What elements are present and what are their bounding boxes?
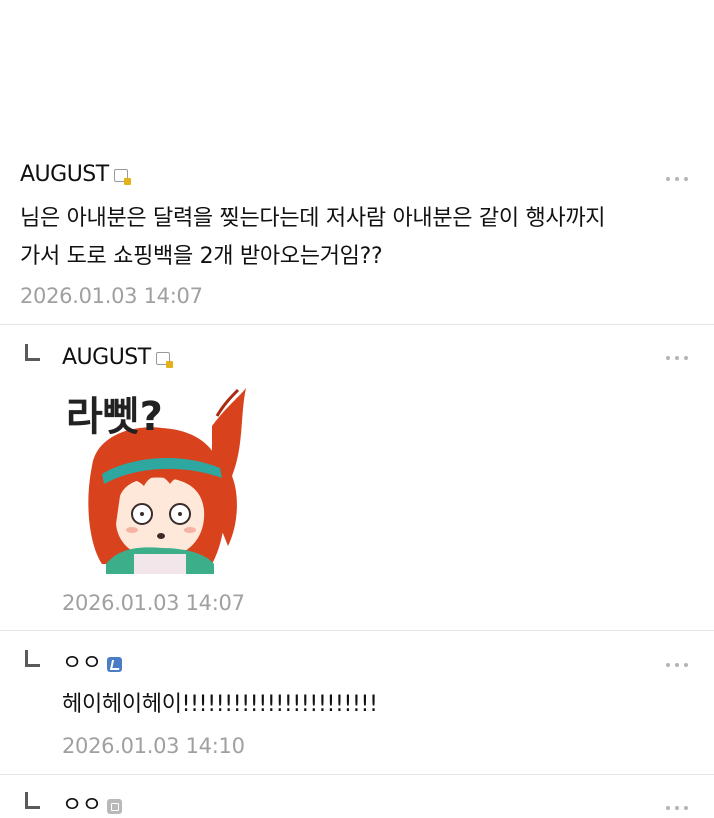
comment-text: 헤이헤이헤이!!!!!!!!!!!!!!!!!!!!!!! [62,692,378,717]
comment-timestamp: 2026.01.03 14:07 [62,591,245,615]
gray-badge-icon [107,798,123,814]
comment-author-line: AUGUST [20,164,131,186]
verified-badge-icon [107,656,123,672]
reply-arrow-icon [25,344,40,361]
reply-arrow-icon [25,792,40,809]
memo-badge-icon [155,351,173,368]
sticker-text: 라뻿? [66,394,163,440]
more-options-icon[interactable] [666,356,688,360]
comment-timestamp: 2026.01.03 14:07 [20,284,203,308]
comment-author[interactable]: AUGUST [20,164,109,186]
comment-text: 님은 아내분은 달력을 찢는다는데 저사람 아내분은 같이 행사까지 가서 도로… [20,200,606,276]
more-options-icon[interactable] [666,177,688,181]
divider [0,774,714,775]
divider [0,324,714,325]
comment-author-line: ㅇㅇ [62,795,123,817]
comment-author-line: AUGUST [62,347,173,369]
comment-text-line: 가서 도로 쇼핑백을 2개 받아오는거임?? [20,244,383,269]
comment-author[interactable]: AUGUST [62,347,151,369]
comment-author[interactable]: ㅇㅇ [62,795,102,817]
comment-timestamp: 2026.01.03 14:10 [62,734,245,758]
sticker-image: 라뻿? [66,388,246,574]
divider [0,630,714,631]
comment-author[interactable]: ㅇㅇ [62,653,102,675]
memo-badge-icon [113,168,131,185]
comment-author-line: ㅇㅇ [62,653,123,675]
more-options-icon[interactable] [666,663,688,667]
reply-arrow-icon [25,650,40,667]
comment-text-line: 님은 아내분은 달력을 찢는다는데 저사람 아내분은 같이 행사까지 [20,206,606,231]
more-options-icon[interactable] [666,806,688,810]
